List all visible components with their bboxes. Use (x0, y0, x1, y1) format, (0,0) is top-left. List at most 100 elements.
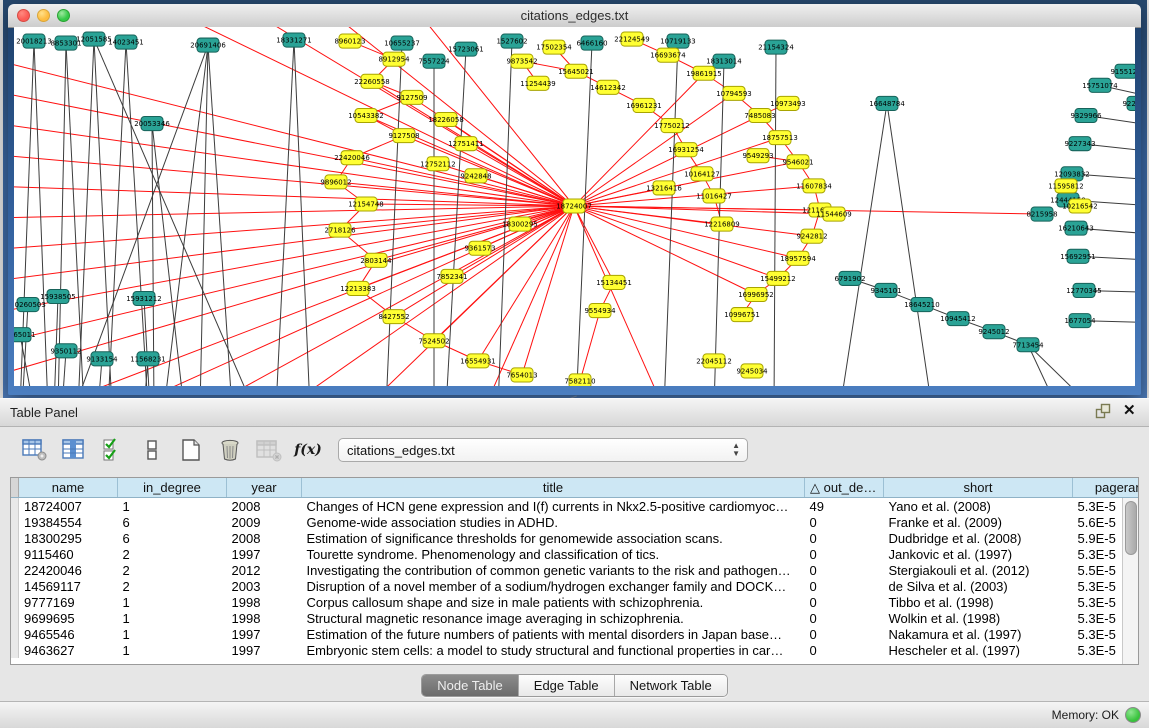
cell-year[interactable]: 1997 (227, 546, 302, 562)
tab-edge-table[interactable]: Edge Table (519, 675, 615, 696)
graph-node[interactable]: 15751074 (1082, 78, 1118, 92)
cell-name[interactable]: 22420046 (19, 562, 118, 578)
close-panel-icon[interactable]: ✕ (1123, 403, 1139, 419)
cell-title[interactable]: Estimation of significance thresholds fo… (302, 530, 805, 546)
graph-node[interactable]: 9554934 (584, 304, 616, 318)
cell-short[interactable]: Yano et al. (2008) (884, 498, 1073, 515)
graph-node[interactable]: 9245034 (736, 364, 768, 378)
graph-node[interactable]: 9242848 (460, 169, 491, 183)
cell-title[interactable]: Estimation of the future numbers of pati… (302, 626, 805, 642)
cell-out_degree[interactable]: 0 (805, 562, 884, 578)
graph-node[interactable]: 10216542 (1062, 199, 1098, 213)
graph-node[interactable]: 2803144 (360, 253, 392, 267)
cell-name[interactable]: 9465546 (19, 626, 118, 642)
graph-node[interactable]: 9361573 (464, 241, 495, 255)
cell-out_degree[interactable]: 0 (805, 530, 884, 546)
column-header-pagerank[interactable]: pagerank (1073, 478, 1140, 498)
graph-node[interactable]: 16554931 (460, 354, 496, 368)
cell-out_degree[interactable]: 0 (805, 578, 884, 594)
graph-node[interactable]: 15645021 (558, 64, 594, 78)
table-row[interactable]: 911546021997Tourette syndrome. Phenomeno… (11, 546, 1139, 562)
graph-node[interactable]: 10719133 (660, 34, 696, 48)
cell-name[interactable]: 19384554 (19, 514, 118, 530)
graph-node[interactable]: 21154324 (758, 40, 794, 54)
column-header-out_degree[interactable]: △ out_de… (805, 478, 884, 498)
graph-node[interactable]: 2718126 (324, 223, 356, 237)
graph-node[interactable]: 7582110 (564, 374, 595, 386)
column-header-in_degree[interactable]: in_degree (118, 478, 227, 498)
cell-in_degree[interactable]: 6 (118, 514, 227, 530)
graph-node[interactable]: 16996952 (738, 287, 774, 301)
cell-name[interactable]: 9777169 (19, 594, 118, 610)
graph-node[interactable]: 19861915 (686, 66, 722, 80)
cell-short[interactable]: Nakamura et al. (1997) (884, 626, 1073, 642)
graph-node[interactable]: 7852341 (436, 269, 467, 283)
graph-node[interactable]: 10655237 (384, 36, 420, 50)
graph-node[interactable]: 18757513 (762, 131, 798, 145)
cell-in_degree[interactable]: 2 (118, 546, 227, 562)
network-window-titlebar[interactable]: citations_edges.txt (8, 4, 1141, 28)
graph-node[interactable]: 14612342 (590, 80, 626, 94)
graph-node[interactable]: 15499212 (760, 271, 796, 285)
graph-node[interactable]: 9549293 (742, 149, 773, 163)
graph-node[interactable]: 11568231 (130, 352, 166, 366)
graph-node[interactable]: 16648784 (869, 96, 905, 110)
cell-out_degree[interactable]: 0 (805, 514, 884, 530)
graph-node[interactable]: 20691406 (190, 38, 226, 52)
graph-node[interactable]: 20018213 (16, 34, 52, 48)
cell-title[interactable]: Tourette syndrome. Phenomenology and cla… (302, 546, 805, 562)
graph-node[interactable]: 16961231 (626, 98, 662, 112)
graph-node[interactable]: 9245012 (978, 325, 1009, 339)
graph-node[interactable]: 8215958 (1026, 207, 1057, 221)
table-row[interactable]: 2242004622012Investigating the contribut… (11, 562, 1139, 578)
cell-title[interactable]: Investigating the contribution of common… (302, 562, 805, 578)
cell-short[interactable]: Hescheler et al. (1997) (884, 642, 1073, 658)
graph-node[interactable]: 8427552 (378, 310, 409, 324)
graph-node[interactable]: 16693674 (650, 48, 686, 62)
cell-in_degree[interactable]: 1 (118, 610, 227, 626)
cell-title[interactable]: Structural magnetic resonance image aver… (302, 610, 805, 626)
cell-out_degree[interactable]: 0 (805, 642, 884, 658)
graph-node[interactable]: 12154748 (348, 197, 384, 211)
graph-node[interactable]: 8912954 (378, 52, 410, 66)
cell-short[interactable]: Franke et al. (2009) (884, 514, 1073, 530)
cell-title[interactable]: Disruption of a novel member of a sodium… (302, 578, 805, 594)
cell-in_degree[interactable]: 1 (118, 594, 227, 610)
graph-node[interactable]: 9329966 (1070, 108, 1102, 122)
table-options-icon[interactable] (22, 438, 48, 462)
graph-node[interactable]: 9227343 (1064, 137, 1095, 151)
cell-year[interactable]: 2008 (227, 530, 302, 546)
graph-node[interactable]: 11016427 (696, 189, 732, 203)
graph-node[interactable]: 12770345 (1066, 283, 1102, 297)
graph-node[interactable]: 9155124 (1110, 64, 1135, 78)
graph-node[interactable]: 11544609 (816, 207, 852, 221)
graph-node[interactable]: 7557224 (418, 54, 450, 68)
graph-node[interactable]: 11254439 (520, 76, 556, 90)
table-row[interactable]: 977716911998Corpus callosum shape and si… (11, 594, 1139, 610)
graph-node[interactable]: 15931212 (126, 291, 162, 305)
float-panel-icon[interactable] (1095, 403, 1111, 419)
cell-short[interactable]: de Silva et al. (2003) (884, 578, 1073, 594)
graph-node[interactable]: 10996751 (724, 308, 760, 322)
cell-year[interactable]: 2009 (227, 514, 302, 530)
cell-out_degree[interactable]: 0 (805, 546, 884, 562)
cell-in_degree[interactable]: 2 (118, 578, 227, 594)
graph-node[interactable]: 9127508 (388, 129, 419, 143)
graph-node[interactable]: 6466160 (576, 36, 607, 50)
graph-node[interactable]: 15134451 (596, 275, 632, 289)
graph-node[interactable]: 7713454 (1012, 338, 1044, 352)
column-header-title[interactable]: title (302, 478, 805, 498)
cell-name[interactable]: 18724007 (19, 498, 118, 515)
graph-node[interactable]: 17750212 (654, 119, 690, 133)
graph-node[interactable]: 7485083 (744, 108, 775, 122)
cell-title[interactable]: Embryonic stem cells: a model to study s… (302, 642, 805, 658)
memory-status-indicator[interactable] (1125, 707, 1141, 723)
graph-node[interactable]: 12216809 (704, 217, 740, 231)
cell-short[interactable]: Stergiakouli et al. (2012) (884, 562, 1073, 578)
table-row[interactable]: 946362711997Embryonic stem cells: a mode… (11, 642, 1139, 658)
row-selection-icon[interactable] (100, 438, 126, 462)
cell-year[interactable]: 2012 (227, 562, 302, 578)
cell-year[interactable]: 1997 (227, 626, 302, 642)
graph-node[interactable]: 15723061 (448, 42, 484, 56)
cell-in_degree[interactable]: 1 (118, 626, 227, 642)
